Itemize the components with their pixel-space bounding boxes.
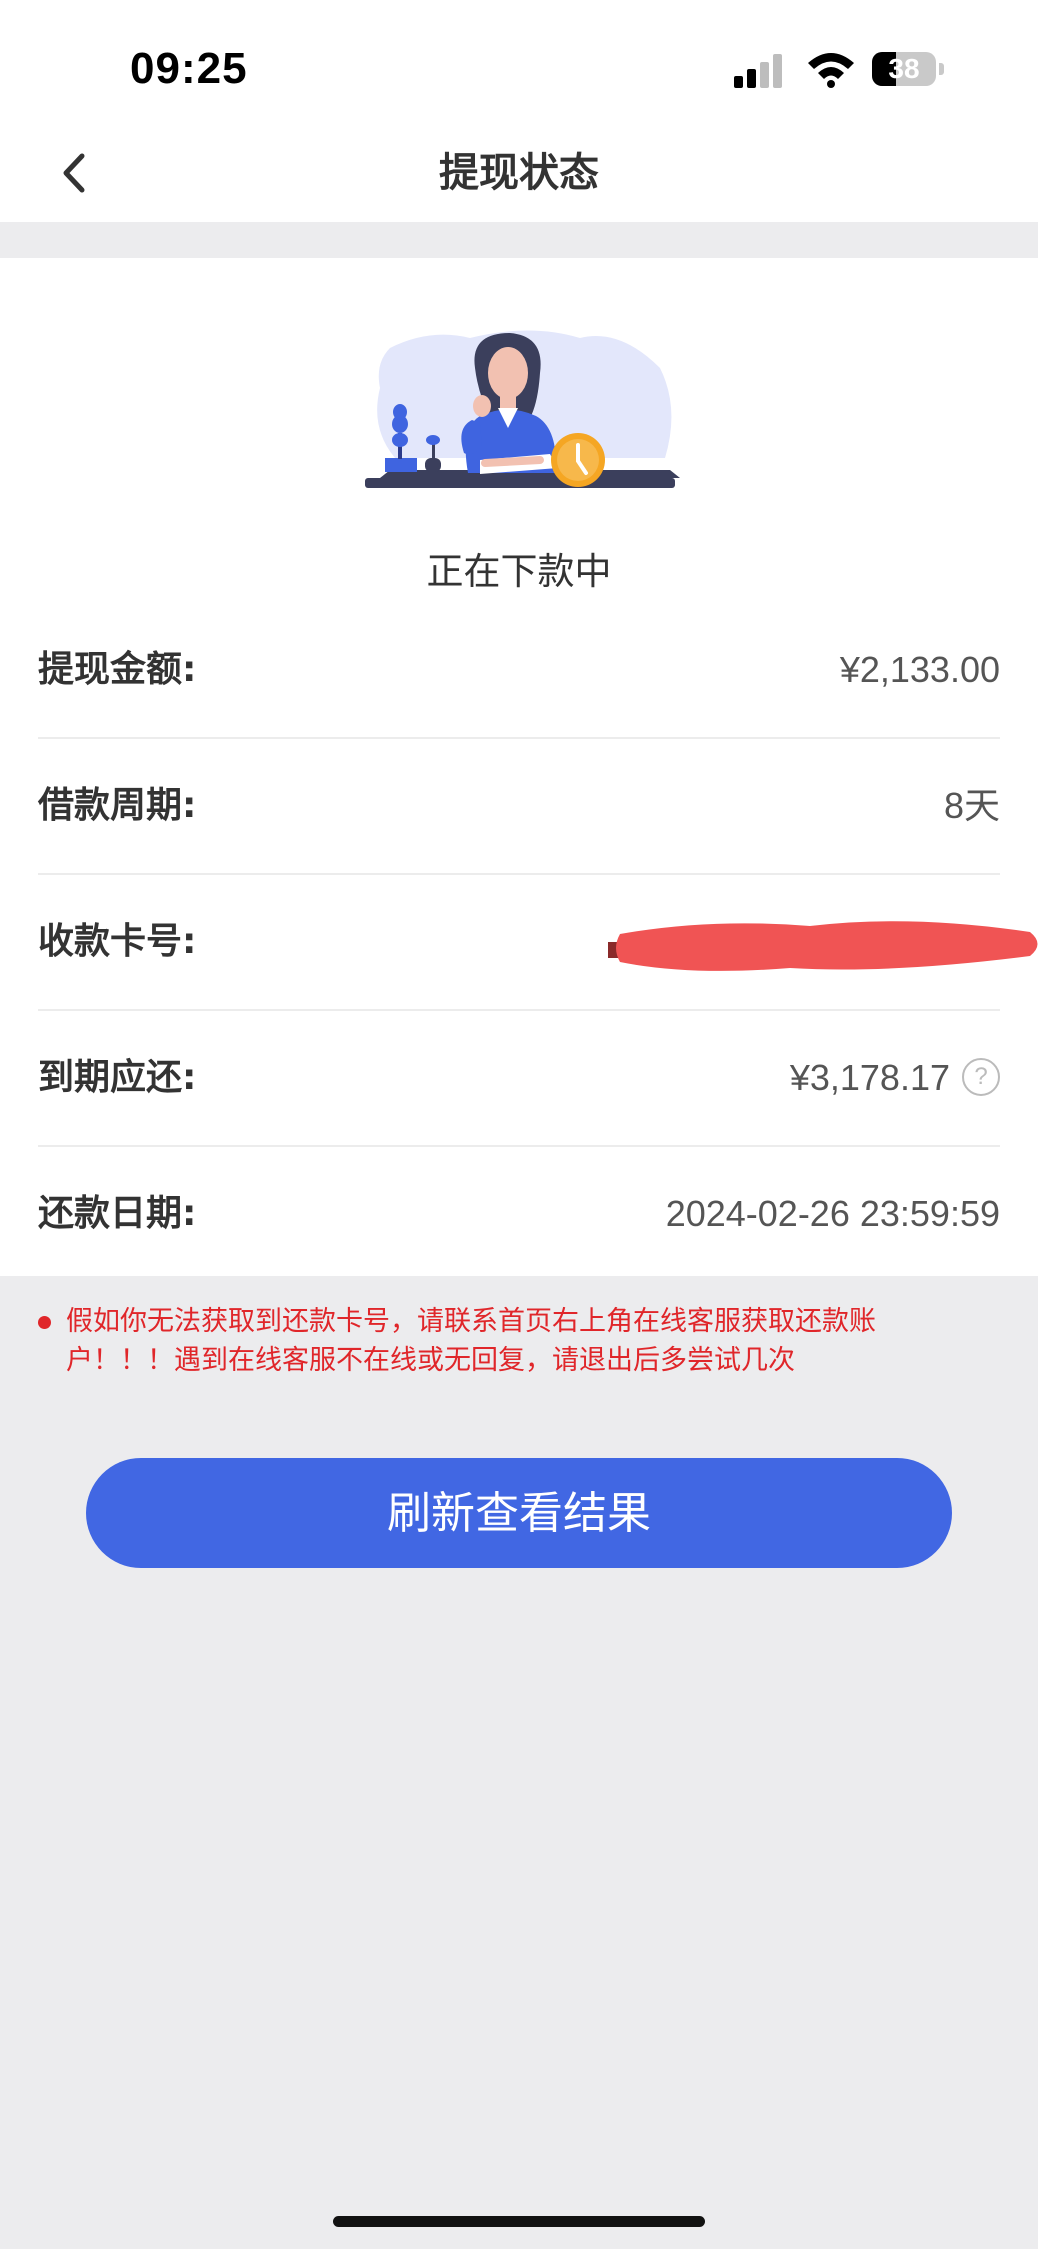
- loan-period-row: 借款周期: 8天: [38, 738, 1000, 875]
- due-repayment-value: ¥3,178.17: [789, 1057, 950, 1098]
- wifi-icon: [808, 53, 854, 88]
- card-number-label: 收款卡号:: [38, 921, 197, 962]
- withdraw-amount-label: 提现金额:: [38, 649, 197, 690]
- page-title: 提现状态: [439, 150, 599, 196]
- due-repayment-row: 到期应还: ¥3,178.17?: [38, 1010, 1000, 1147]
- status-time: 09:25: [130, 44, 248, 93]
- withdraw-status-text: 正在下款中: [426, 550, 612, 593]
- withdraw-amount-row: 提现金额: ¥2,133.00: [38, 602, 1000, 739]
- due-repayment-value-wrap: ¥3,178.17?: [790, 1010, 1000, 1145]
- withdraw-status-card: 正在下款中 提现金额: ¥2,133.00 借款周期: 8天 收款卡号: 到期应…: [0, 258, 1038, 1276]
- refresh-result-button[interactable]: 刷新查看结果: [86, 1458, 952, 1568]
- withdraw-amount-value: ¥2,133.00: [839, 649, 1000, 690]
- card-number-row: 收款卡号:: [38, 874, 1038, 1011]
- repay-date-row: 还款日期: 2024-02-26 23:59:59: [38, 1146, 1000, 1281]
- repay-date-value: 2024-02-26 23:59:59: [665, 1193, 1000, 1234]
- signal-icon: [734, 54, 782, 88]
- woman-at-desk-illustration: [365, 330, 680, 488]
- status-bar: 09:25 38: [0, 0, 1038, 130]
- notice-dot: [38, 1316, 51, 1329]
- notice-message: 假如你无法获取到还款卡号，请联系首页右上角在线客服获取还款账户！！！遇到在线客服…: [38, 1302, 938, 1380]
- navigation-bar: 提现状态: [0, 130, 1038, 222]
- repay-date-label: 还款日期:: [38, 1193, 197, 1234]
- loan-period-label: 借款周期:: [38, 785, 197, 826]
- notice-text: 假如你无法获取到还款卡号，请联系首页右上角在线客服获取还款账户！！！遇到在线客服…: [66, 1306, 876, 1376]
- battery-percent: 38: [888, 53, 920, 84]
- question-circle-icon[interactable]: ?: [962, 1058, 1000, 1097]
- redaction-mark: [608, 921, 1038, 971]
- loan-period-value: 8天: [943, 785, 1000, 826]
- home-indicator[interactable]: [333, 2216, 705, 2227]
- due-repayment-label: 到期应还:: [38, 1057, 197, 1098]
- battery-icon: 38: [872, 52, 944, 86]
